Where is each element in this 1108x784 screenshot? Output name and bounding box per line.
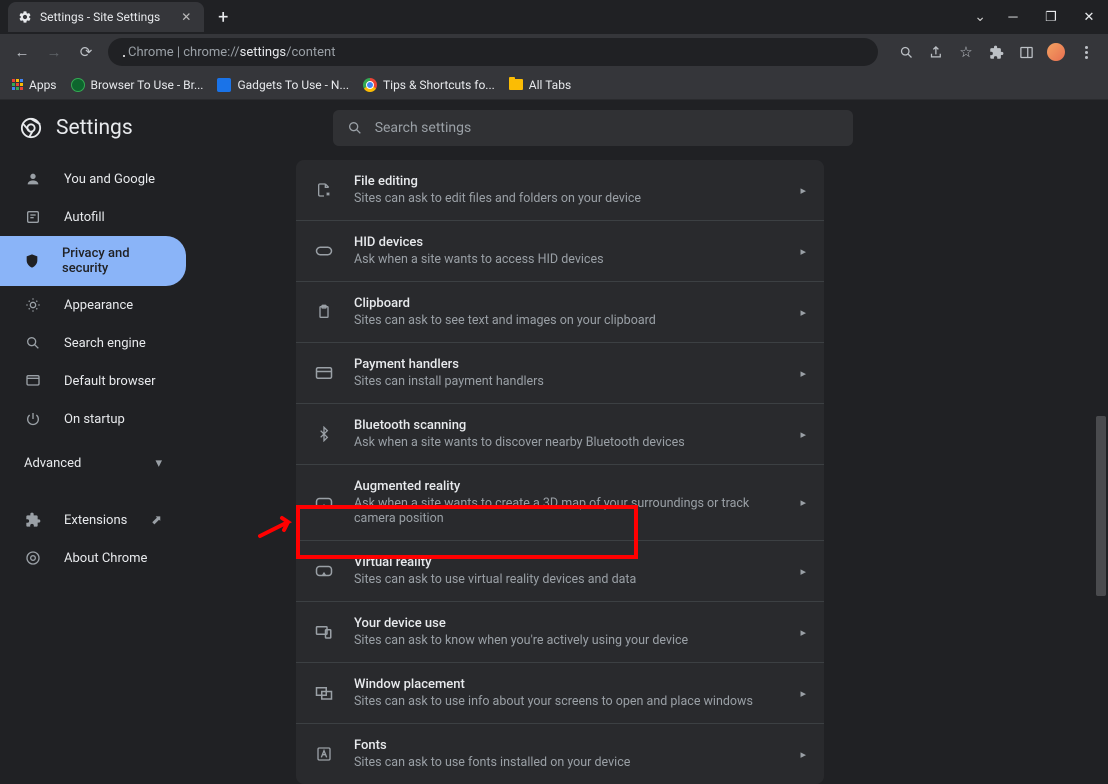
scrollbar-track (1094, 156, 1108, 654)
url-text: Chrome | chrome://settings/content (128, 45, 335, 60)
maximize-button[interactable]: ❐ (1032, 0, 1070, 34)
forward-button[interactable]: → (40, 38, 68, 66)
side-panel-icon[interactable] (1012, 38, 1040, 66)
close-window-button[interactable]: ✕ (1070, 0, 1108, 34)
annotation-arrow (258, 514, 298, 544)
chevron-right-icon: ▸ (800, 748, 806, 761)
external-link-icon: ⬈ (151, 513, 162, 528)
bookmark-star-icon[interactable]: ☆ (952, 38, 980, 66)
settings-sidebar: You and Google Autofill Privacy and secu… (0, 156, 256, 654)
zoom-icon[interactable] (892, 38, 920, 66)
gear-icon (18, 10, 32, 24)
address-bar[interactable]: Chrome | chrome://settings/content (108, 38, 878, 66)
bookmark-folder[interactable]: All Tabs (509, 78, 571, 92)
chevron-right-icon: ▸ (800, 687, 806, 700)
sidebar-item-on-startup[interactable]: On startup (0, 400, 256, 438)
chevron-right-icon: ▸ (800, 184, 806, 197)
chevron-right-icon: ▸ (800, 626, 806, 639)
search-icon (347, 120, 363, 136)
chevron-right-icon: ▸ (800, 367, 806, 380)
ar-icon (314, 493, 334, 513)
gamepad-icon (314, 241, 334, 261)
bookmarks-bar: Apps Browser To Use - Br... Gadgets To U… (0, 70, 1108, 100)
settings-content: File editingSites can ask to edit files … (256, 156, 1108, 654)
sidebar-item-privacy[interactable]: Privacy and security (0, 236, 186, 286)
chevron-down-icon: ▾ (155, 456, 162, 471)
appearance-icon (24, 296, 42, 314)
bookmark-item[interactable]: Browser To Use - Br... (71, 78, 204, 92)
autofill-icon (24, 208, 42, 226)
row-clipboard[interactable]: ClipboardSites can ask to see text and i… (296, 282, 824, 343)
row-bluetooth-scanning[interactable]: Bluetooth scanningAsk when a site wants … (296, 404, 824, 465)
row-augmented-reality[interactable]: Augmented realityAsk when a site wants t… (296, 465, 824, 541)
sidebar-item-you-and-google[interactable]: You and Google (0, 160, 256, 198)
back-button[interactable]: ← (8, 38, 36, 66)
permissions-card: File editingSites can ask to edit files … (296, 160, 824, 784)
bluetooth-icon (314, 424, 334, 444)
chevron-right-icon: ▸ (800, 565, 806, 578)
font-icon (314, 744, 334, 764)
browser-tab[interactable]: Settings - Site Settings ✕ (8, 2, 204, 32)
devices-icon (314, 622, 334, 642)
page-title: Settings (56, 116, 133, 140)
file-edit-icon (314, 180, 334, 200)
chrome-logo-icon (20, 117, 42, 139)
chevron-right-icon: ▸ (800, 245, 806, 258)
reload-button[interactable]: ⟳ (72, 38, 100, 66)
chevron-right-icon: ▸ (800, 428, 806, 441)
power-icon (24, 410, 42, 428)
browser-icon (24, 372, 42, 390)
bookmark-item[interactable]: Tips & Shortcuts fo... (363, 78, 495, 92)
share-icon[interactable] (922, 38, 950, 66)
extensions-icon[interactable] (982, 38, 1010, 66)
sidebar-item-default-browser[interactable]: Default browser (0, 362, 256, 400)
window-controls: ⌄ ─ ❐ ✕ (966, 0, 1108, 34)
chevron-right-icon: ▸ (800, 306, 806, 319)
chrome-icon (24, 549, 42, 567)
person-icon (24, 170, 42, 188)
sidebar-about-chrome[interactable]: About Chrome (0, 539, 256, 577)
title-bar: Settings - Site Settings ✕ + ⌄ ─ ❐ ✕ (0, 0, 1108, 34)
row-hid-devices[interactable]: HID devicesAsk when a site wants to acce… (296, 221, 824, 282)
row-file-editing[interactable]: File editingSites can ask to edit files … (296, 160, 824, 221)
sidebar-advanced-toggle[interactable]: Advanced▾ (0, 444, 256, 483)
chevron-right-icon: ▸ (800, 496, 806, 509)
search-settings-input[interactable]: Search settings (333, 110, 853, 146)
vr-icon (314, 561, 334, 581)
shield-icon (24, 252, 40, 270)
search-icon (24, 334, 42, 352)
new-tab-button[interactable]: + (210, 4, 236, 30)
settings-header: Settings Search settings (0, 100, 1108, 156)
profile-avatar[interactable] (1042, 38, 1070, 66)
scrollbar-thumb[interactable] (1096, 416, 1106, 596)
puzzle-icon (24, 511, 42, 529)
window-icon (314, 683, 334, 703)
menu-button[interactable] (1072, 38, 1100, 66)
clipboard-icon (314, 302, 334, 322)
row-window-placement[interactable]: Window placementSites can ask to use inf… (296, 663, 824, 724)
bookmark-item[interactable]: Gadgets To Use - N... (217, 78, 349, 92)
tab-search-icon[interactable]: ⌄ (966, 9, 994, 25)
close-tab-icon[interactable]: ✕ (178, 9, 194, 25)
minimize-button[interactable]: ─ (994, 0, 1032, 34)
sidebar-extensions[interactable]: Extensions⬈ (0, 501, 256, 539)
tab-title: Settings - Site Settings (40, 10, 160, 24)
toolbar: ← → ⟳ Chrome | chrome://settings/content… (0, 34, 1108, 70)
sidebar-item-appearance[interactable]: Appearance (0, 286, 256, 324)
sidebar-item-autofill[interactable]: Autofill (0, 198, 256, 236)
row-virtual-reality[interactable]: Virtual realitySites can ask to use virt… (296, 541, 824, 602)
row-payment-handlers[interactable]: Payment handlersSites can install paymen… (296, 343, 824, 404)
row-fonts[interactable]: FontsSites can ask to use fonts installe… (296, 724, 824, 784)
credit-card-icon (314, 363, 334, 383)
sidebar-item-search-engine[interactable]: Search engine (0, 324, 256, 362)
bookmark-apps[interactable]: Apps (12, 78, 57, 92)
